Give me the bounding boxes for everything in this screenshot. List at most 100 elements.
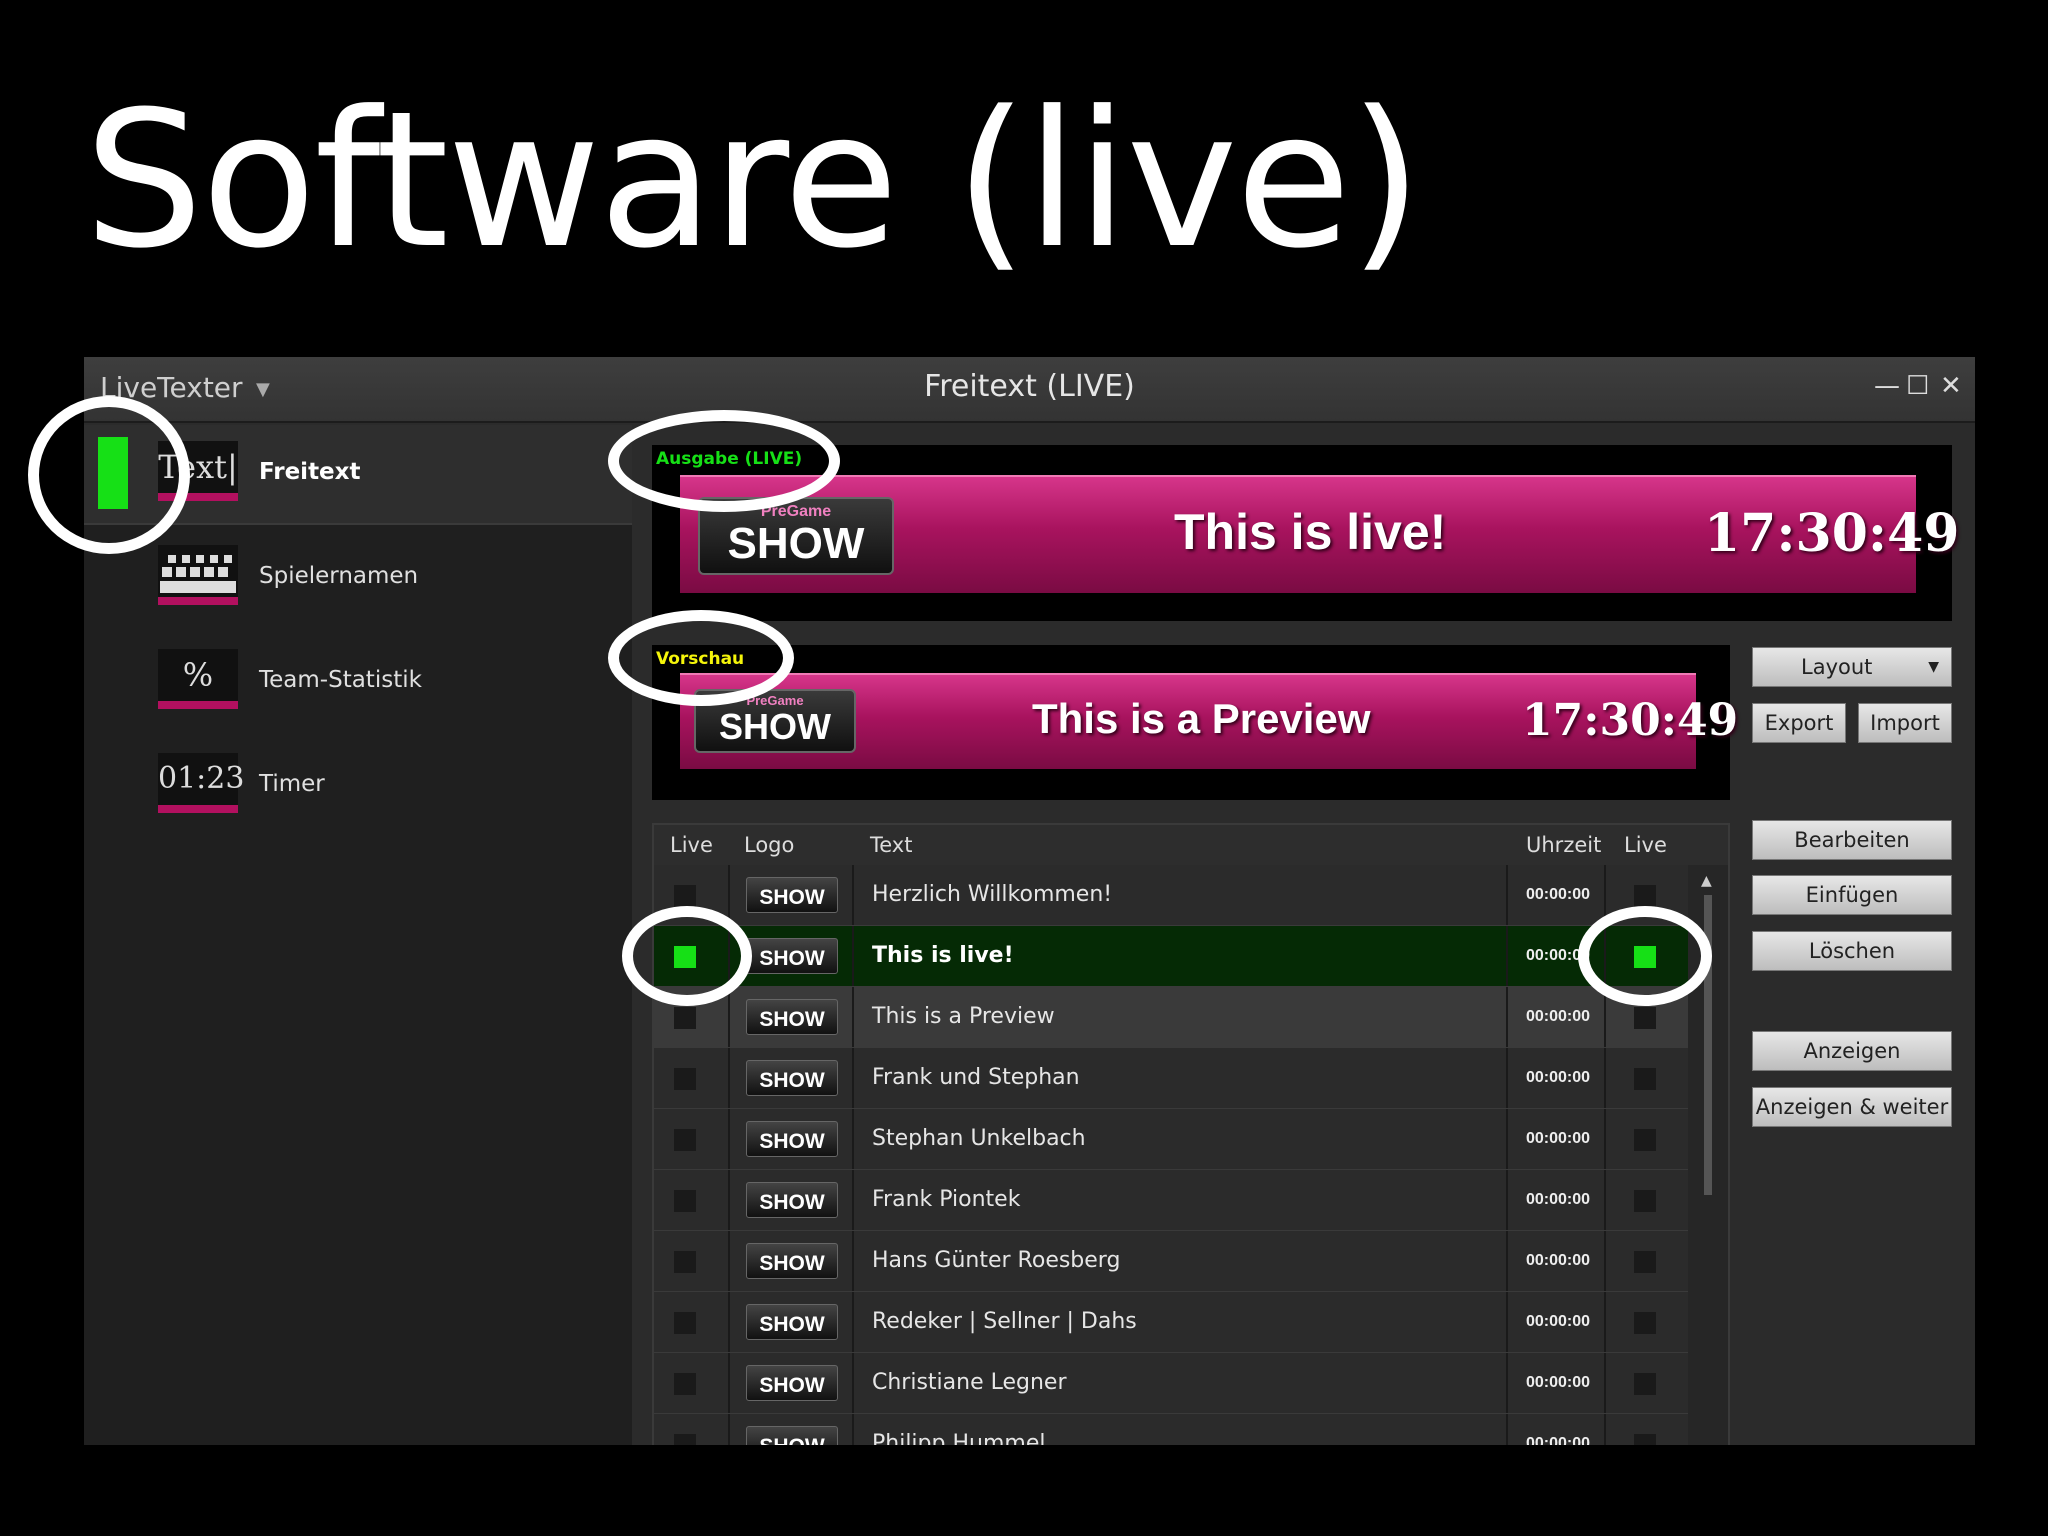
column-divider	[728, 1231, 730, 1291]
close-icon[interactable]: ✕	[1940, 371, 1962, 401]
show-logo: SHOW	[746, 1121, 838, 1157]
live-toggle[interactable]	[674, 1434, 696, 1445]
column-divider	[1506, 987, 1508, 1047]
live-toggle[interactable]	[1634, 1068, 1656, 1090]
live-toggle[interactable]	[674, 1251, 696, 1273]
show-logo: SHOW	[746, 1060, 838, 1096]
sidebar-item-team-statistik[interactable]: % Team-Statistik	[84, 633, 632, 733]
players-icon	[160, 555, 236, 593]
live-toggle[interactable]	[674, 1007, 696, 1029]
column-divider	[728, 1109, 730, 1169]
minimize-icon[interactable]: —	[1874, 371, 1900, 401]
header-live[interactable]: Live	[670, 833, 713, 857]
live-toggle[interactable]	[674, 1312, 696, 1334]
table-header: Live Logo Text Uhrzeit Live	[654, 825, 1728, 865]
row-time: 00:00:00	[1526, 1252, 1591, 1269]
highlight-ring	[608, 410, 840, 512]
column-divider	[1604, 1170, 1606, 1230]
export-button[interactable]: Export	[1752, 703, 1846, 743]
anzeigen-weiter-button[interactable]: Anzeigen & weiter	[1752, 1087, 1952, 1127]
table-row[interactable]: SHOW Stephan Unkelbach 00:00:00	[654, 1109, 1688, 1170]
column-divider	[1506, 1109, 1508, 1169]
column-divider	[1506, 1414, 1508, 1445]
sidebar-item-spielernamen[interactable]: Spielernamen	[84, 529, 632, 629]
show-logo: SHOW	[746, 938, 838, 974]
slide-title: Software (live)	[84, 71, 1423, 290]
column-divider	[1506, 1170, 1508, 1230]
column-divider	[852, 1414, 854, 1445]
column-divider	[728, 1292, 730, 1352]
column-divider	[852, 1353, 854, 1413]
show-logo: SHOW	[746, 1304, 838, 1340]
live-toggle[interactable]	[674, 1190, 696, 1212]
live-text: This is live!	[1174, 504, 1447, 560]
percent-icon: %	[158, 649, 238, 709]
row-text: Hans Günter Roesberg	[872, 1248, 1121, 1273]
logo-title: SHOW	[727, 519, 865, 568]
live-toggle[interactable]	[1634, 1312, 1656, 1334]
live-toggle[interactable]	[1634, 1190, 1656, 1212]
column-divider	[1604, 1109, 1606, 1169]
layout-dropdown[interactable]: Layout ▼	[1752, 647, 1952, 687]
live-toggle[interactable]	[1634, 1007, 1656, 1029]
table-row[interactable]: SHOW Redeker | Sellner | Dahs 00:00:00	[654, 1292, 1688, 1353]
loeschen-button[interactable]: Löschen	[1752, 931, 1952, 971]
row-text: Frank Piontek	[872, 1187, 1021, 1212]
highlight-ring	[1578, 906, 1712, 1006]
title-bar: LiveTexter ▼ Freitext (LIVE) — ☐ ✕	[84, 357, 1975, 423]
row-text: Stephan Unkelbach	[872, 1126, 1086, 1151]
maximize-icon[interactable]: ☐	[1906, 371, 1929, 401]
row-text: Frank und Stephan	[872, 1065, 1080, 1090]
live-toggle[interactable]	[1634, 1251, 1656, 1273]
column-divider	[852, 1109, 854, 1169]
column-divider	[852, 1170, 854, 1230]
live-toggle[interactable]	[1634, 1373, 1656, 1395]
live-toggle[interactable]	[674, 1068, 696, 1090]
header-uhrzeit[interactable]: Uhrzeit	[1526, 833, 1601, 857]
preview-panel: Vorschau PreGame SHOW This is a Preview …	[652, 645, 1738, 800]
live-toggle[interactable]	[1634, 885, 1656, 907]
live-toggle[interactable]	[1634, 1434, 1656, 1445]
show-logo: SHOW	[746, 1365, 838, 1401]
bearbeiten-button[interactable]: Bearbeiten	[1752, 820, 1952, 860]
anzeigen-button[interactable]: Anzeigen	[1752, 1031, 1952, 1071]
table-row[interactable]: SHOW Frank und Stephan 00:00:00	[654, 1048, 1688, 1109]
import-button[interactable]: Import	[1858, 703, 1952, 743]
sidebar-item-label: Freitext	[259, 459, 361, 485]
chevron-down-icon: ▼	[1928, 659, 1939, 675]
row-text: Philipp Hummel	[872, 1431, 1046, 1445]
column-divider	[852, 1231, 854, 1291]
row-text: Redeker | Sellner | Dahs	[872, 1309, 1137, 1334]
table-row[interactable]: SHOW This is a Preview 00:00:00	[654, 987, 1688, 1048]
layout-label: Layout	[1801, 655, 1873, 679]
table-row[interactable]: SHOW Philipp Hummel 00:00:00	[654, 1414, 1688, 1445]
live-toggle[interactable]	[674, 1129, 696, 1151]
header-logo[interactable]: Logo	[744, 833, 794, 857]
table-row[interactable]: SHOW Frank Piontek 00:00:00	[654, 1170, 1688, 1231]
live-toggle[interactable]	[1634, 1129, 1656, 1151]
table-row[interactable]: SHOW Christiane Legner 00:00:00	[654, 1353, 1688, 1414]
logo-title: SHOW	[719, 706, 831, 747]
scroll-up-icon[interactable]: ▲	[1701, 873, 1712, 889]
column-divider	[1506, 926, 1508, 986]
row-time: 00:00:00	[1526, 1130, 1591, 1147]
header-live-2[interactable]: Live	[1624, 833, 1667, 857]
column-divider	[1506, 1048, 1508, 1108]
live-toggle[interactable]	[674, 885, 696, 907]
column-divider	[1604, 1292, 1606, 1352]
einfuegen-button[interactable]: Einfügen	[1752, 875, 1952, 915]
live-toggle[interactable]	[674, 1373, 696, 1395]
table-row[interactable]: SHOW Hans Günter Roesberg 00:00:00	[654, 1231, 1688, 1292]
show-logo: SHOW	[746, 1243, 838, 1279]
live-banner: PreGame SHOW This is live! 17:30:49	[680, 475, 1959, 593]
row-time: 00:00:00	[1526, 1008, 1591, 1025]
column-divider	[852, 987, 854, 1047]
header-text[interactable]: Text	[870, 833, 912, 857]
column-divider	[728, 1048, 730, 1108]
table-row[interactable]: SHOW Herzlich Willkommen! 00:00:00	[654, 865, 1688, 926]
table-row[interactable]: SHOW This is live! 00:00:00	[654, 926, 1688, 987]
sidebar-item-label: Team-Statistik	[259, 667, 422, 693]
sidebar-item-timer[interactable]: 01:23 Timer	[84, 737, 632, 837]
players-icon	[158, 545, 238, 605]
preview-text: This is a Preview	[1032, 695, 1371, 742]
